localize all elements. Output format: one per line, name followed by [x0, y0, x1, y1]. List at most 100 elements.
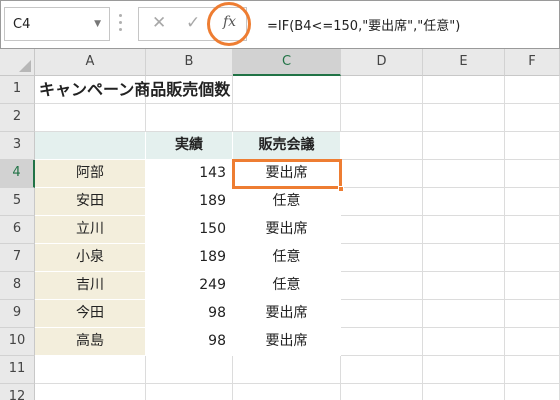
value-cell[interactable]: 150 — [146, 216, 233, 244]
row-header-6[interactable]: 6 — [0, 216, 35, 244]
row-header-4[interactable]: 4 — [0, 160, 35, 188]
cell[interactable] — [341, 132, 423, 160]
cell[interactable] — [146, 384, 233, 400]
sheet-title[interactable]: キャンペーン商品販売個数 — [35, 76, 355, 104]
column-header-e[interactable]: E — [423, 49, 505, 76]
value-cell[interactable]: 98 — [146, 328, 233, 356]
cancel-icon[interactable]: ✕ — [152, 13, 166, 33]
cell[interactable] — [341, 216, 423, 244]
cell[interactable] — [505, 300, 560, 328]
row-header-8[interactable]: 8 — [0, 272, 35, 300]
grip-dots-icon[interactable] — [119, 14, 123, 34]
cell[interactable] — [423, 132, 505, 160]
result-cell[interactable]: 要出席 — [233, 300, 341, 328]
column-header-a[interactable]: A — [35, 49, 146, 76]
name-box-value: C4 — [13, 17, 31, 32]
row-header-7[interactable]: 7 — [0, 244, 35, 272]
result-cell[interactable]: 任意 — [233, 188, 341, 216]
cell[interactable] — [341, 356, 423, 384]
cell[interactable] — [505, 328, 560, 356]
table-header-cell[interactable]: 販売会議 — [233, 132, 341, 160]
fx-highlight-circle — [207, 2, 251, 46]
result-cell[interactable]: 要出席 — [233, 328, 341, 356]
row-header-9[interactable]: 9 — [0, 300, 35, 328]
cell[interactable] — [505, 160, 560, 188]
cell[interactable] — [505, 244, 560, 272]
cell[interactable] — [341, 272, 423, 300]
row-header-1[interactable]: 1 — [0, 76, 35, 104]
cell[interactable] — [341, 300, 423, 328]
cell[interactable] — [505, 132, 560, 160]
spreadsheet-grid[interactable]: A B C D E F 1 2 3 4 5 6 7 8 9 10 11 12 キャンペーン商品販売個数 実績 販売会議阿… — [0, 49, 560, 400]
name-cell[interactable]: 立川 — [35, 216, 146, 244]
cell[interactable] — [505, 216, 560, 244]
cell[interactable] — [341, 384, 423, 400]
cell[interactable] — [423, 244, 505, 272]
value-cell[interactable]: 249 — [146, 272, 233, 300]
formula-input[interactable]: =IF(B4<=150,"要出席","任意") — [255, 7, 555, 41]
cell[interactable] — [423, 76, 505, 104]
name-cell[interactable]: 今田 — [35, 300, 146, 328]
cell[interactable] — [341, 244, 423, 272]
name-cell[interactable]: 高島 — [35, 328, 146, 356]
cell[interactable] — [423, 356, 505, 384]
cell[interactable] — [423, 188, 505, 216]
result-cell[interactable]: 任意 — [233, 272, 341, 300]
column-header-f[interactable]: F — [505, 49, 560, 76]
cell[interactable] — [233, 104, 341, 132]
column-header-c[interactable]: C — [233, 49, 341, 76]
name-cell[interactable]: 阿部 — [35, 160, 146, 188]
cell[interactable] — [423, 104, 505, 132]
cell[interactable] — [505, 188, 560, 216]
value-cell[interactable]: 98 — [146, 300, 233, 328]
cell[interactable] — [35, 384, 146, 400]
row-header-5[interactable]: 5 — [0, 188, 35, 216]
cell[interactable] — [505, 272, 560, 300]
value-cell[interactable]: 143 — [146, 160, 233, 188]
column-header-d[interactable]: D — [341, 49, 423, 76]
row-header-2[interactable]: 2 — [0, 104, 35, 132]
value-cell[interactable]: 189 — [146, 244, 233, 272]
cell[interactable] — [423, 384, 505, 400]
cell[interactable] — [505, 356, 560, 384]
result-cell[interactable]: 要出席 — [233, 216, 341, 244]
cell[interactable] — [233, 384, 341, 400]
cell[interactable] — [233, 356, 341, 384]
name-cell[interactable]: 小泉 — [35, 244, 146, 272]
select-all-triangle-icon — [19, 60, 31, 72]
row-header-10[interactable]: 10 — [0, 328, 35, 356]
enter-icon[interactable]: ✓ — [186, 13, 200, 33]
cell[interactable] — [423, 300, 505, 328]
cell[interactable] — [341, 328, 423, 356]
cell[interactable] — [423, 160, 505, 188]
cell[interactable] — [341, 160, 423, 188]
name-cell[interactable]: 吉川 — [35, 272, 146, 300]
result-cell[interactable]: 任意 — [233, 244, 341, 272]
row-header-11[interactable]: 11 — [0, 356, 35, 384]
cell[interactable] — [505, 104, 560, 132]
cell[interactable] — [35, 356, 146, 384]
cell[interactable] — [146, 104, 233, 132]
cell[interactable] — [423, 272, 505, 300]
chevron-down-icon[interactable]: ▼ — [94, 19, 101, 29]
name-box[interactable]: C4 ▼ — [4, 7, 110, 41]
table-header-cell[interactable] — [35, 132, 146, 160]
cell[interactable] — [423, 216, 505, 244]
cell[interactable] — [341, 188, 423, 216]
active-cell-highlight — [232, 159, 342, 189]
cell[interactable] — [146, 356, 233, 384]
column-header-b[interactable]: B — [146, 49, 233, 76]
row-header-3[interactable]: 3 — [0, 132, 35, 160]
value-cell[interactable]: 189 — [146, 188, 233, 216]
cell[interactable] — [423, 328, 505, 356]
fill-handle[interactable] — [338, 186, 344, 192]
cell[interactable] — [35, 104, 146, 132]
cell[interactable] — [505, 76, 560, 104]
formula-text: =IF(B4<=150,"要出席","任意") — [267, 19, 461, 34]
table-header-cell[interactable]: 実績 — [146, 132, 233, 160]
row-header-12[interactable]: 12 — [0, 384, 35, 400]
name-cell[interactable]: 安田 — [35, 188, 146, 216]
select-all-button[interactable] — [0, 49, 35, 76]
cell[interactable] — [505, 384, 560, 400]
cell[interactable] — [341, 104, 423, 132]
